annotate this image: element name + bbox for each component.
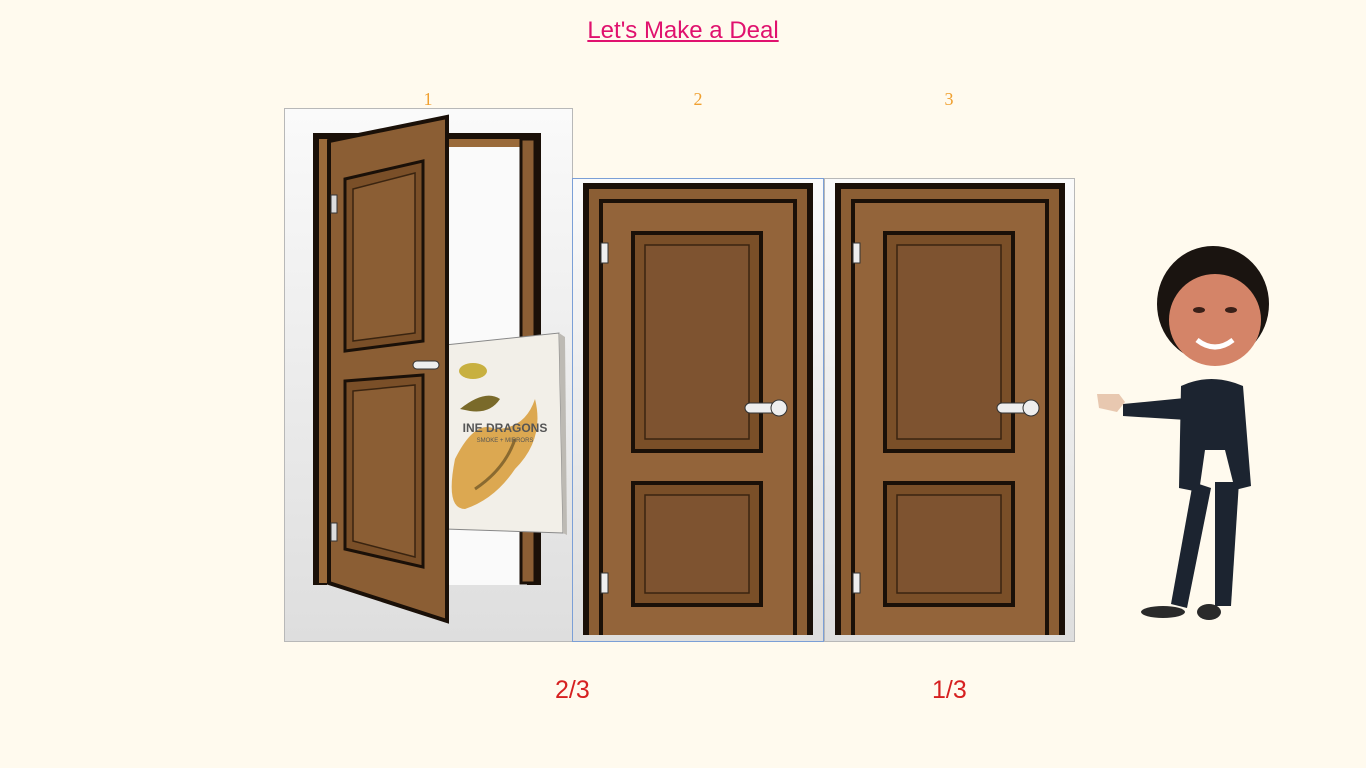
open-door-image: INE DRAGONS SMOKE + MIRRORS bbox=[313, 114, 567, 624]
door-1-number: 1 bbox=[423, 89, 433, 109]
album-band-text: INE DRAGONS bbox=[463, 421, 548, 435]
door-3-number: 3 bbox=[944, 89, 954, 109]
closed-door-image bbox=[583, 183, 813, 635]
door-3-probability: 1/3 bbox=[932, 676, 967, 704]
game-title-link[interactable]: Let's Make a Deal bbox=[0, 17, 1366, 45]
album-subtitle-text: SMOKE + MIRRORS bbox=[477, 438, 534, 444]
door-2-probability: 2/3 bbox=[555, 676, 590, 704]
album-cover-prize: INE DRAGONS SMOKE + MIRRORS bbox=[444, 332, 567, 535]
door-1[interactable]: INE DRAGONS SMOKE + MIRRORS bbox=[284, 108, 573, 642]
closed-door-image bbox=[835, 183, 1065, 635]
door-2-number: 2 bbox=[693, 89, 703, 109]
door-2[interactable] bbox=[572, 178, 824, 642]
game-show-host-image bbox=[1085, 238, 1280, 633]
door-3[interactable] bbox=[824, 178, 1075, 642]
